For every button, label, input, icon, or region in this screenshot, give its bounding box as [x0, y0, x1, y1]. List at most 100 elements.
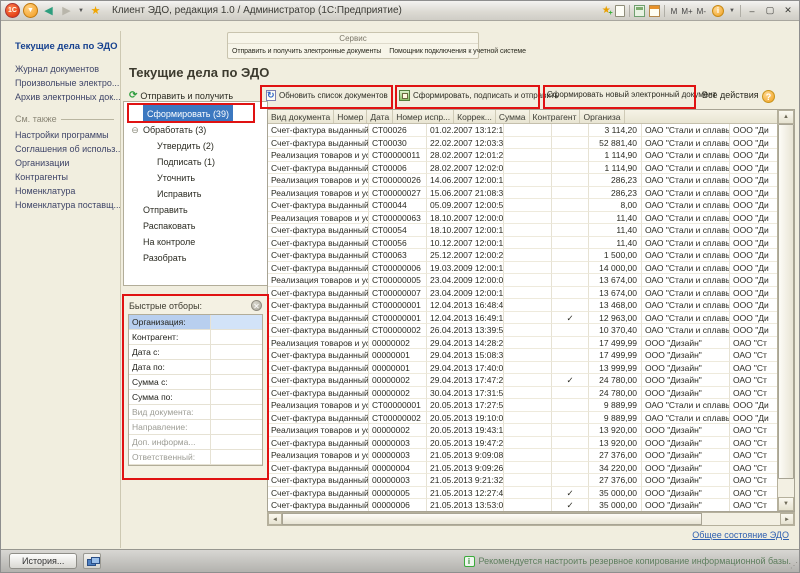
table-row[interactable]: Счет-фактура выданный СТ00000002 20.05.2… — [268, 412, 794, 425]
app-logo-icon[interactable]: 1С — [5, 3, 20, 18]
table-row[interactable]: Счет-фактура выданный СТ00006 28.02.2007… — [268, 162, 794, 175]
table-row[interactable]: Счет-фактура выданный СТ00000001 12.04.2… — [268, 299, 794, 312]
calendar-icon[interactable] — [649, 5, 660, 17]
sidebar-active-section[interactable]: Текущие дела по ЭДО — [15, 39, 120, 62]
filter-value-field[interactable] — [211, 315, 262, 329]
table-row[interactable]: Счет-фактура выданный СТ00000002 26.04.2… — [268, 324, 794, 337]
table-row[interactable]: Счет-фактура выданный 00000004 21.05.201… — [268, 462, 794, 475]
tree-item[interactable]: Утвердить (2) — [124, 138, 267, 154]
table-row[interactable]: Счет-фактура выданный СТ00030 22.02.2007… — [268, 137, 794, 150]
history-button[interactable]: История... — [9, 553, 77, 569]
send-receive-edocs-button[interactable]: Отправить и получить электронные докумен… — [228, 48, 385, 55]
table-row[interactable]: Счет-фактура выданный 00000002 30.04.201… — [268, 387, 794, 400]
sidebar-item[interactable]: Настройки программы — [15, 128, 120, 142]
table-row[interactable]: Счет-фактура выданный 00000001 29.04.201… — [268, 362, 794, 375]
table-row[interactable]: Счет-фактура выданный СТ00056 10.12.2007… — [268, 237, 794, 250]
tree-item[interactable]: Распаковать — [124, 218, 267, 234]
tree-item[interactable]: Разобрать — [124, 250, 267, 266]
table-row[interactable]: Счет-фактура выданный 00000003 20.05.201… — [268, 437, 794, 450]
favorites-star-icon[interactable]: ★ — [88, 3, 103, 18]
memory-button[interactable]: M+ — [679, 6, 694, 17]
tree-item[interactable]: Исправить — [124, 186, 267, 202]
sidebar-item[interactable]: Номенклатура поставщ... — [15, 198, 120, 212]
history-dropdown-icon[interactable]: ▼ — [77, 3, 85, 18]
filter-value-field[interactable] — [211, 435, 262, 449]
table-row[interactable]: Счет-фактура выданный 00000005 21.05.201… — [268, 487, 794, 500]
minimize-button[interactable]: – — [745, 4, 759, 17]
filter-value-field[interactable] — [211, 375, 262, 389]
back-icon[interactable]: ◀ — [41, 3, 56, 18]
tree-item[interactable]: Отправить — [124, 202, 267, 218]
table-row[interactable]: Реализация товаров и ус... СТ00000026 14… — [268, 174, 794, 187]
collapse-icon[interactable]: ⊖ — [130, 122, 140, 138]
tree-item[interactable]: Сформировать (39) — [124, 106, 267, 122]
sidebar-item[interactable]: Организации — [15, 156, 120, 170]
scroll-down-icon[interactable]: ▼ — [778, 497, 794, 511]
table-row[interactable]: Счет-фактура выданный 00000002 29.04.201… — [268, 374, 794, 387]
sidebar-item[interactable]: Произвольные электро... — [15, 76, 120, 90]
table-row[interactable]: Реализация товаров и ус... СТ00000005 23… — [268, 274, 794, 287]
table-row[interactable]: Счет-фактура выданный 00000001 29.04.201… — [268, 349, 794, 362]
horizontal-scrollbar[interactable]: ◄ ► — [267, 512, 795, 526]
info-dropdown-icon[interactable]: ▼ — [728, 3, 736, 18]
table-row[interactable]: Реализация товаров и ус... 00000003 21.0… — [268, 449, 794, 462]
tree-item[interactable]: Уточнить — [124, 170, 267, 186]
form-sign-send-button[interactable]: Сформировать, подписать и отправить — [399, 90, 559, 101]
table-row[interactable]: Счет-фактура выданный СТ00044 05.09.2007… — [268, 199, 794, 212]
scroll-left-icon[interactable]: ◄ — [268, 513, 282, 525]
accounting-assistant-button[interactable]: Помощник подключения к учетной системе — [385, 48, 530, 55]
filter-value-field[interactable] — [211, 405, 262, 419]
document-icon[interactable] — [615, 5, 625, 17]
sidebar-item[interactable]: Журнал документов — [15, 62, 120, 76]
table-row[interactable]: Реализация товаров и ус... СТ00000011 28… — [268, 149, 794, 162]
column-header[interactable]: Номер испр... — [393, 110, 454, 123]
column-header[interactable]: Коррек... — [454, 110, 496, 123]
tree-item[interactable]: На контроле — [124, 234, 267, 250]
table-row[interactable]: Счет-фактура выданный 00000006 21.05.201… — [268, 499, 794, 511]
column-header[interactable]: Номер — [334, 110, 367, 123]
sidebar-item[interactable]: Соглашения об использ... — [15, 142, 120, 156]
column-header[interactable]: Сумма — [496, 110, 530, 123]
close-icon[interactable]: ✕ — [251, 300, 262, 311]
close-button[interactable]: ✕ — [781, 4, 795, 17]
edo-overall-state-link[interactable]: Общее состояние ЭДО — [692, 530, 789, 540]
sidebar-item[interactable]: Номенклатура — [15, 184, 120, 198]
table-row[interactable]: Счет-фактура выданный СТ00063 25.12.2007… — [268, 249, 794, 262]
sidebar-item[interactable]: Архив электронных док... — [15, 90, 120, 104]
maximize-button[interactable]: ▢ — [763, 4, 777, 17]
scrollbar-thumb[interactable] — [282, 513, 702, 525]
table-row[interactable]: Реализация товаров и ус... 00000002 20.0… — [268, 424, 794, 437]
filter-value-field[interactable] — [211, 420, 262, 434]
table-row[interactable]: Реализация товаров и ус... СТ00000063 18… — [268, 212, 794, 225]
tree-item[interactable]: ⊖ Обработать (3) — [124, 122, 267, 138]
add-favorite-icon[interactable]: ★+ — [602, 5, 611, 16]
filter-value-field[interactable] — [211, 360, 262, 374]
table-row[interactable]: Реализация товаров и ус... СТ00000001 20… — [268, 399, 794, 412]
resize-grip[interactable]: ⋰ — [790, 561, 797, 570]
table-row[interactable]: Реализация товаров и ус... СТ00000027 15… — [268, 187, 794, 200]
help-button[interactable]: ? — [762, 90, 775, 103]
scroll-up-icon[interactable]: ▲ — [778, 110, 794, 124]
column-header[interactable]: Контрагент — [530, 110, 581, 123]
filter-value-field[interactable] — [211, 345, 262, 359]
send-receive-button[interactable]: ⟳ Отправить и получить — [129, 90, 233, 101]
memory-button[interactable]: M — [669, 6, 680, 17]
form-new-edoc-button[interactable]: Сформировать новый электронный документ — [547, 90, 716, 99]
scrollbar-thumb[interactable] — [778, 124, 794, 479]
filter-value-field[interactable] — [211, 330, 262, 344]
filter-value-field[interactable] — [211, 390, 262, 404]
column-header[interactable]: Организа — [580, 110, 624, 123]
sidebar-item[interactable]: Контрагенты — [15, 170, 120, 184]
refresh-list-button[interactable]: Обновить список документов — [266, 90, 388, 101]
table-row[interactable]: Счет-фактура выданный СТ00000006 19.03.2… — [268, 262, 794, 275]
table-row[interactable]: Счет-фактура выданный СТ00026 01.02.2007… — [268, 124, 794, 137]
tree-item[interactable]: Подписать (1) — [124, 154, 267, 170]
memory-button[interactable]: M- — [695, 6, 708, 17]
table-row[interactable]: Счет-фактура выданный 00000003 21.05.201… — [268, 474, 794, 487]
main-menu-icon[interactable]: ▼ — [23, 3, 38, 18]
windows-icon[interactable] — [83, 553, 101, 569]
column-header[interactable]: Дата — [367, 110, 393, 123]
column-header[interactable]: Вид документа — [268, 110, 334, 123]
table-row[interactable]: Счет-фактура выданный СТ00000007 23.04.2… — [268, 287, 794, 300]
scroll-right-icon[interactable]: ► — [780, 513, 794, 525]
